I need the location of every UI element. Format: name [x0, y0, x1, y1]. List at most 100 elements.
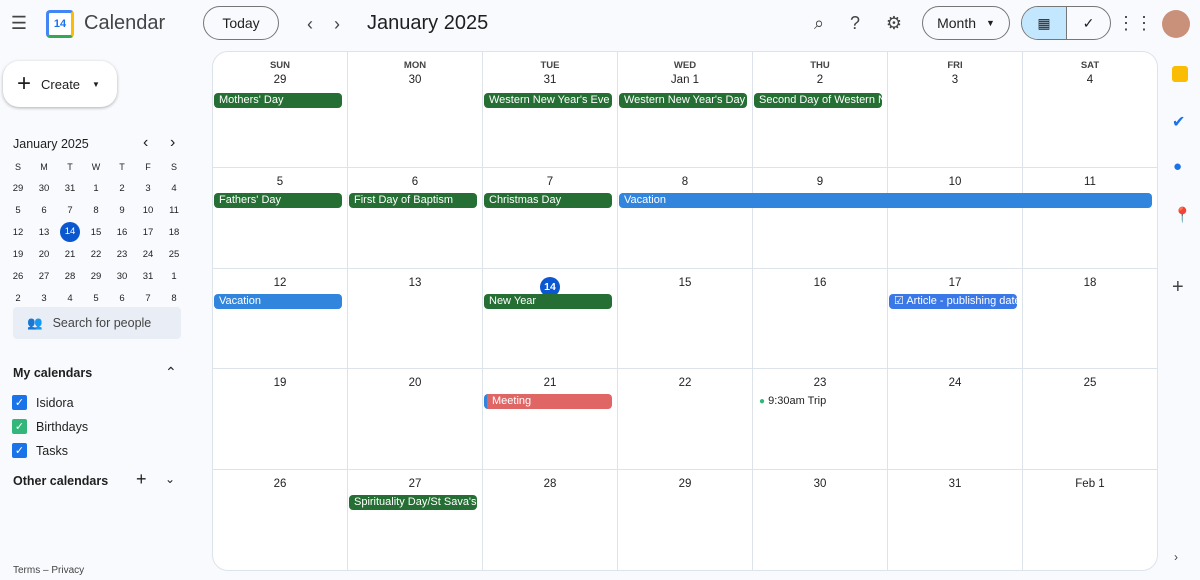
mini-day[interactable]: 22 — [83, 243, 109, 265]
day-cell[interactable]: SAT 4 — [1023, 52, 1157, 168]
maps-icon[interactable]: 📍 — [1173, 206, 1192, 224]
avatar[interactable] — [1162, 10, 1190, 38]
mini-day[interactable]: 30 — [109, 265, 135, 287]
day-cell[interactable]: 25 — [1023, 369, 1157, 470]
search-icon[interactable]: ⌕ — [803, 7, 835, 39]
day-cell[interactable]: 15 — [618, 269, 753, 369]
mini-day[interactable]: 6 — [31, 199, 57, 221]
mini-day[interactable]: 5 — [83, 287, 109, 309]
day-number[interactable]: 29 — [618, 478, 752, 490]
mini-day[interactable]: 16 — [109, 221, 135, 243]
day-cell[interactable]: 19 — [213, 369, 348, 470]
day-number[interactable]: 4 — [1023, 74, 1157, 86]
day-cell[interactable]: 12 — [213, 269, 348, 369]
event-chip[interactable]: ☑ Article - publishing date — [889, 294, 1017, 309]
day-cell[interactable]: 8 — [618, 168, 753, 269]
day-cell[interactable]: 7 — [483, 168, 618, 269]
calendar-view-icon[interactable]: ▦ — [1022, 7, 1066, 39]
add-calendar-icon[interactable]: + — [136, 469, 147, 490]
day-number[interactable]: 13 — [348, 277, 482, 289]
contacts-icon[interactable]: ● — [1173, 158, 1182, 175]
day-cell[interactable]: Feb 1 — [1023, 470, 1157, 570]
checkbox-checked-icon[interactable]: ✓ — [12, 443, 27, 458]
day-number[interactable]: 30 — [348, 74, 482, 86]
day-number[interactable]: 15 — [618, 277, 752, 289]
day-cell[interactable]: 17 — [888, 269, 1023, 369]
event-chip[interactable]: Vacation — [619, 193, 1152, 208]
day-cell[interactable]: 6 — [348, 168, 483, 269]
day-number[interactable]: 6 — [348, 176, 482, 188]
day-number[interactable]: 30 — [753, 478, 887, 490]
day-number[interactable]: 28 — [483, 478, 617, 490]
mini-day[interactable]: 17 — [135, 221, 161, 243]
event-chip[interactable]: Mothers' Day — [214, 93, 342, 108]
gear-icon[interactable]: ⚙ — [878, 7, 910, 39]
event-chip[interactable]: Meeting — [484, 394, 612, 409]
view-select[interactable]: Month ▼ — [922, 6, 1010, 40]
day-number[interactable]: 22 — [618, 377, 752, 389]
day-cell[interactable]: 20 — [348, 369, 483, 470]
mini-day[interactable]: 15 — [83, 221, 109, 243]
day-cell[interactable]: THU 2 — [753, 52, 888, 168]
day-cell[interactable]: 16 — [753, 269, 888, 369]
terms-link[interactable]: Terms — [13, 565, 40, 576]
mini-day[interactable]: 12 — [5, 221, 31, 243]
day-number[interactable]: 2 — [753, 74, 887, 86]
event-chip[interactable]: Western New Year's Eve — [484, 93, 612, 108]
chevron-left-icon[interactable]: ‹ — [143, 134, 148, 152]
day-cell[interactable]: 18 — [1023, 269, 1157, 369]
tasks-icon[interactable]: ✔ — [1172, 112, 1185, 132]
mini-day[interactable]: 3 — [135, 177, 161, 199]
keep-icon[interactable] — [1172, 66, 1188, 82]
day-number[interactable]: 7 — [483, 176, 617, 188]
mini-day[interactable]: 9 — [109, 199, 135, 221]
expand-panel-icon[interactable]: › — [1174, 550, 1178, 564]
mini-day[interactable]: 31 — [135, 265, 161, 287]
event-chip[interactable]: New Year — [484, 294, 612, 309]
day-number[interactable]: 10 — [888, 176, 1022, 188]
mini-day[interactable]: 27 — [31, 265, 57, 287]
day-cell[interactable]: 11 — [1023, 168, 1157, 269]
day-number[interactable]: 3 — [888, 74, 1022, 86]
mini-day[interactable]: 30 — [31, 177, 57, 199]
add-addon-icon[interactable]: + — [1172, 276, 1184, 299]
mini-day[interactable]: 1 — [161, 265, 187, 287]
day-cell[interactable]: 10 — [888, 168, 1023, 269]
calendar-item[interactable]: ✓ Tasks — [12, 443, 68, 458]
day-number[interactable]: 31 — [483, 74, 617, 86]
mini-day[interactable]: 24 — [135, 243, 161, 265]
checkbox-checked-icon[interactable]: ✓ — [12, 395, 27, 410]
mini-day[interactable]: 4 — [57, 287, 83, 309]
mini-day[interactable]: 7 — [57, 199, 83, 221]
mini-day[interactable]: 10 — [135, 199, 161, 221]
event-chip[interactable]: ● 9:30am Trip — [754, 394, 882, 409]
mini-day[interactable]: 21 — [57, 243, 83, 265]
chevron-down-icon[interactable]: ⌄ — [165, 472, 175, 486]
mini-day[interactable]: 2 — [5, 287, 31, 309]
day-cell[interactable]: MON 30 — [348, 52, 483, 168]
mini-day[interactable]: 8 — [83, 199, 109, 221]
chevron-up-icon[interactable]: ⌃ — [165, 364, 177, 381]
mini-day[interactable]: 2 — [109, 177, 135, 199]
chevron-right-icon[interactable]: › — [170, 134, 175, 152]
mini-day[interactable]: 13 — [31, 221, 57, 243]
mini-day[interactable]: 19 — [5, 243, 31, 265]
mini-day[interactable]: 29 — [83, 265, 109, 287]
day-number[interactable]: 18 — [1023, 277, 1157, 289]
day-cell[interactable]: 28 — [483, 470, 618, 570]
mini-day[interactable]: 11 — [161, 199, 187, 221]
day-cell[interactable]: 21 — [483, 369, 618, 470]
checkbox-checked-icon[interactable]: ✓ — [12, 419, 27, 434]
calendar-item[interactable]: ✓ Isidora — [12, 395, 74, 410]
mini-day[interactable]: 25 — [161, 243, 187, 265]
day-cell[interactable]: 30 — [753, 470, 888, 570]
day-cell[interactable]: 14 — [483, 269, 618, 369]
day-number[interactable]: 11 — [1023, 176, 1157, 188]
day-number[interactable]: 20 — [348, 377, 482, 389]
mini-day[interactable]: 3 — [31, 287, 57, 309]
apps-grid-icon[interactable]: ⋮⋮ — [1117, 7, 1153, 39]
day-cell[interactable]: 22 — [618, 369, 753, 470]
mini-day[interactable]: 1 — [83, 177, 109, 199]
day-cell[interactable]: WED Jan 1 — [618, 52, 753, 168]
day-cell[interactable]: FRI 3 — [888, 52, 1023, 168]
